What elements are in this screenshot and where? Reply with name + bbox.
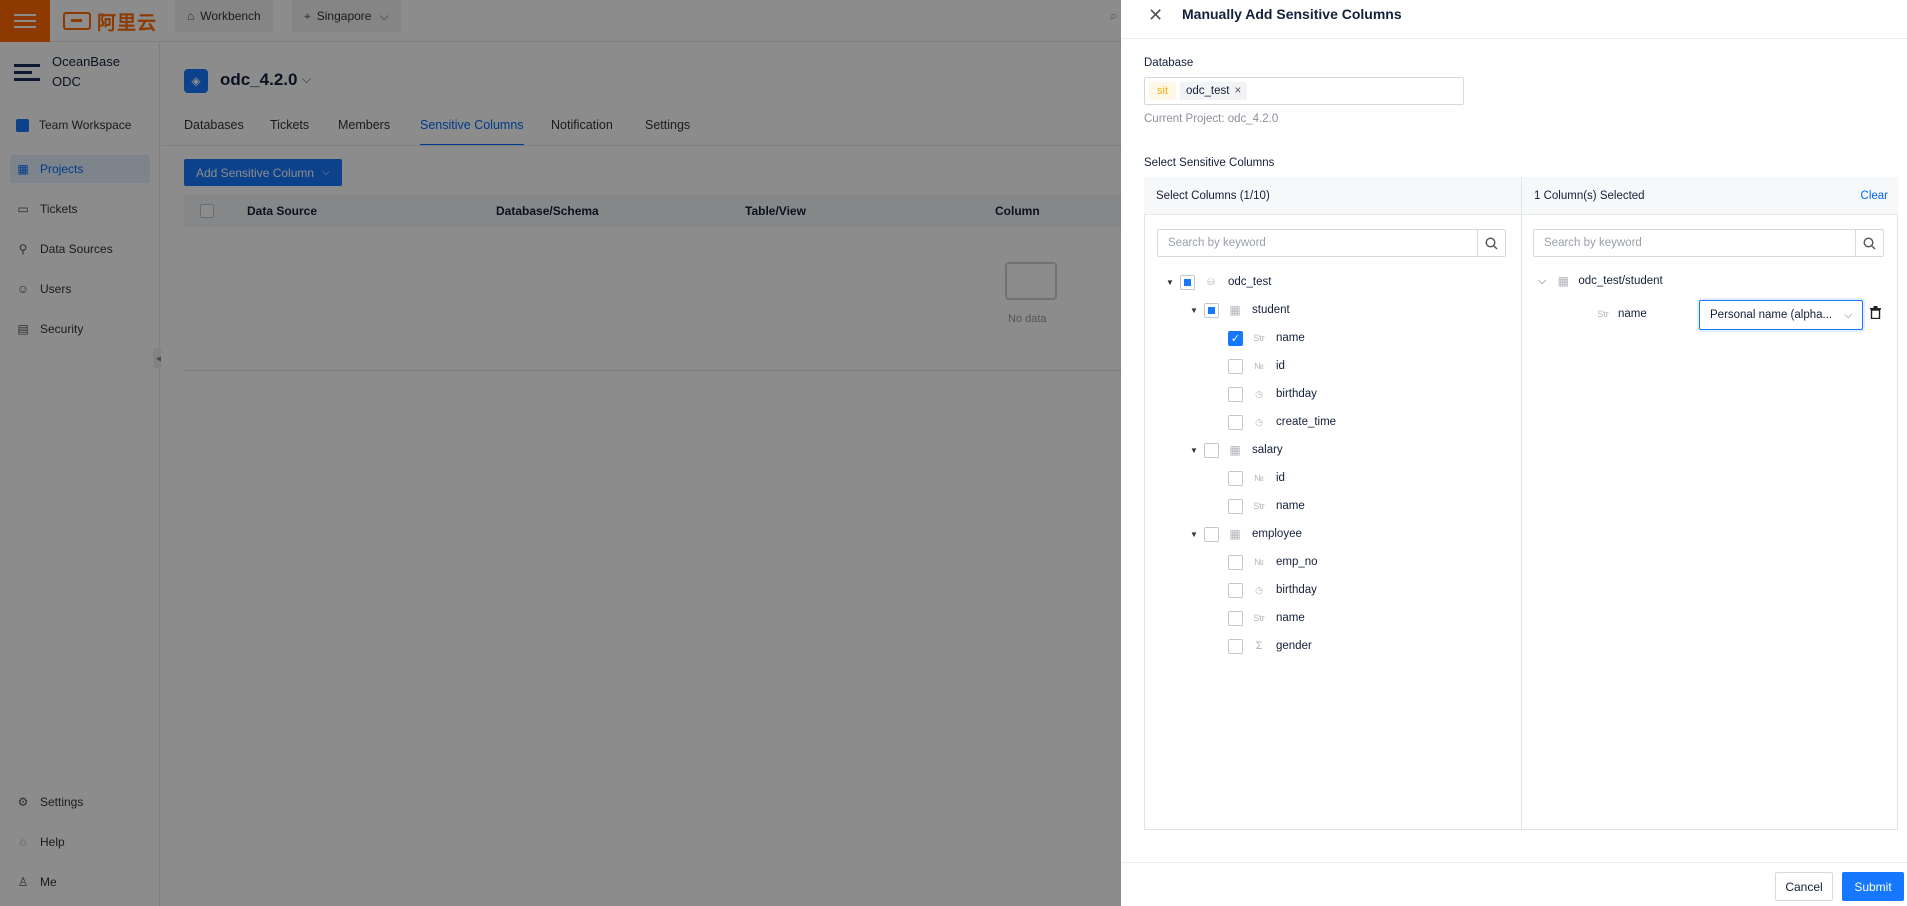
tree-node-label: birthday (1276, 584, 1317, 596)
left-search-input[interactable] (1158, 230, 1477, 256)
tree-node-label: student (1252, 304, 1290, 316)
tree-checkbox[interactable] (1204, 526, 1219, 542)
tree-checkbox[interactable] (1180, 274, 1195, 290)
tree-node-column[interactable]: Str name (1228, 496, 1305, 516)
tree-node-table[interactable]: ▼ ▦ employee (1190, 524, 1302, 544)
tree-checkbox[interactable] (1228, 498, 1243, 514)
clock-icon: ◷ (1255, 388, 1263, 399)
number-type-icon: № (1254, 361, 1264, 371)
database-label: Database (1144, 57, 1194, 69)
close-icon[interactable]: ✕ (1148, 5, 1163, 26)
tree-node-label: name (1276, 500, 1305, 512)
tree-checkbox[interactable] (1204, 442, 1219, 458)
tree-node-label: id (1276, 360, 1285, 372)
masking-algorithm-value: Personal name (alpha... (1710, 309, 1833, 321)
cancel-button[interactable]: Cancel (1775, 872, 1833, 901)
left-search-box (1157, 229, 1506, 257)
tree-checkbox-checked[interactable]: ✓ (1228, 330, 1243, 346)
right-search-input[interactable] (1534, 230, 1855, 256)
string-type-icon: Str (1253, 333, 1265, 343)
chevron-down-icon[interactable]: ⌵ (1538, 275, 1546, 288)
tree-node-table[interactable]: ▼ ▦ student (1190, 300, 1290, 320)
tree-node-column[interactable]: Σ gender (1228, 636, 1312, 656)
database-select[interactable]: sit odc_test × (1144, 77, 1464, 105)
tree-node-label: odc_test (1228, 276, 1272, 288)
right-search-box (1533, 229, 1884, 257)
search-icon[interactable] (1855, 230, 1883, 256)
selected-group[interactable]: ⌵ ▦ odc_test/student (1538, 271, 1663, 291)
string-type-icon: Str (1253, 613, 1265, 623)
caret-down-icon[interactable]: ▼ (1190, 446, 1198, 455)
remove-tag-icon[interactable]: × (1234, 85, 1241, 97)
clock-icon: ◷ (1255, 416, 1263, 427)
tree-node-label: employee (1252, 528, 1302, 540)
tree-node-column[interactable]: № id (1228, 468, 1285, 488)
modal-overlay[interactable] (0, 0, 1121, 906)
tree-node-label: gender (1276, 640, 1312, 652)
tree-node-table[interactable]: ▼ ▦ salary (1190, 440, 1283, 460)
tree-node-label: salary (1252, 444, 1283, 456)
caret-down-icon[interactable]: ▼ (1166, 278, 1174, 287)
table-icon: ▦ (1229, 303, 1241, 317)
tree-node-column[interactable]: № id (1228, 356, 1285, 376)
tree-checkbox[interactable] (1228, 358, 1243, 374)
panel-divider (1521, 215, 1522, 830)
right-panel-header: 1 Column(s) Selected Clear (1521, 177, 1898, 215)
drawer-header-divider (1121, 38, 1907, 39)
left-panel-header: Select Columns (1/10) (1144, 177, 1521, 215)
clock-icon: ◷ (1255, 584, 1263, 595)
number-type-icon: № (1254, 473, 1264, 483)
tree-node-column[interactable]: ✓ Str name (1228, 328, 1305, 348)
tree-checkbox[interactable] (1204, 302, 1219, 318)
selected-column: Str name (1596, 304, 1647, 324)
caret-down-icon[interactable]: ▼ (1190, 306, 1198, 315)
tree-node-label: birthday (1276, 388, 1317, 400)
tree-node-label: create_time (1276, 416, 1337, 428)
tree-node-column[interactable]: Str name (1228, 608, 1305, 628)
table-icon: ▦ (1229, 527, 1241, 541)
drawer-title: Manually Add Sensitive Columns (1182, 6, 1402, 22)
tree-node-column[interactable]: № emp_no (1228, 552, 1318, 572)
enum-type-icon: Σ (1255, 640, 1263, 652)
chevron-down-icon: ⌵ (1844, 309, 1852, 321)
selected-group-label: odc_test/student (1578, 275, 1663, 287)
tree-node-database[interactable]: ▼ ⛁ odc_test (1166, 272, 1271, 292)
tree-checkbox[interactable] (1228, 638, 1243, 654)
tree-node-label: id (1276, 472, 1285, 484)
tree-node-column[interactable]: ◷ create_time (1228, 412, 1336, 432)
tree-checkbox[interactable] (1228, 610, 1243, 626)
right-panel-title: 1 Column(s) Selected (1534, 189, 1645, 202)
database-icon: ⛁ (1207, 276, 1215, 287)
masking-algorithm-select[interactable]: Personal name (alpha... ⌵ (1699, 300, 1863, 330)
tree-node-column[interactable]: ◷ birthday (1228, 384, 1317, 404)
select-sensitive-columns-label: Select Sensitive Columns (1144, 157, 1275, 169)
tree-checkbox[interactable] (1228, 386, 1243, 402)
table-icon: ▦ (1229, 443, 1241, 457)
tree-checkbox[interactable] (1228, 470, 1243, 486)
left-panel-title: Select Columns (1/10) (1156, 189, 1270, 202)
tree-node-label: emp_no (1276, 556, 1318, 568)
delete-icon[interactable] (1870, 306, 1881, 322)
caret-down-icon[interactable]: ▼ (1190, 530, 1198, 539)
search-icon[interactable] (1477, 230, 1505, 256)
string-type-icon: Str (1253, 501, 1265, 511)
string-type-icon: Str (1597, 309, 1609, 319)
database-tag-label: odc_test (1186, 85, 1230, 97)
selected-column-label: name (1618, 308, 1647, 320)
database-tag: odc_test × (1180, 82, 1248, 100)
clear-button[interactable]: Clear (1861, 190, 1888, 202)
environment-tag: sit (1149, 82, 1176, 100)
tree-checkbox[interactable] (1228, 582, 1243, 598)
tree-checkbox[interactable] (1228, 554, 1243, 570)
tree-node-label: name (1276, 612, 1305, 624)
tree-checkbox[interactable] (1228, 414, 1243, 430)
tree-node-column[interactable]: ◷ birthday (1228, 580, 1317, 600)
table-icon: ▦ (1557, 274, 1570, 288)
number-type-icon: № (1254, 557, 1264, 567)
drawer-footer-divider (1121, 862, 1907, 863)
tree-node-label: name (1276, 332, 1305, 344)
current-project-text: Current Project: odc_4.2.0 (1144, 113, 1279, 125)
submit-button[interactable]: Submit (1842, 872, 1904, 901)
